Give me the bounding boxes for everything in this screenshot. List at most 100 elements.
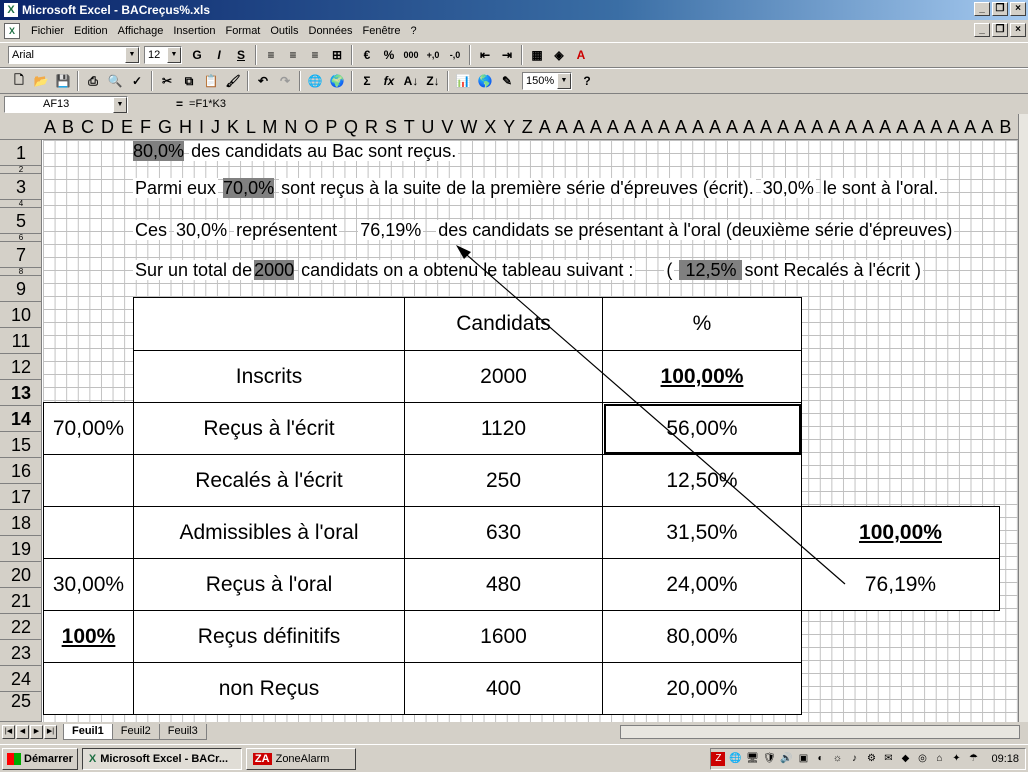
ratio-cell[interactable]: 76,19% [358,220,424,240]
start-button[interactable]: Démarrer [2,747,78,770]
rate-cell[interactable]: 80,0% [133,141,185,161]
row-header[interactable]: 22 [0,614,42,640]
menu-edition[interactable]: Edition [69,25,113,37]
menu-format[interactable]: Format [221,25,266,37]
antivirus-icon[interactable]: 🛡 [762,752,776,766]
borders-icon[interactable]: ▦ [526,44,548,66]
next-sheet-icon[interactable]: ▶ [30,725,43,739]
menu-affichage[interactable]: Affichage [113,25,169,37]
monitor-icon[interactable]: 🖥 [745,752,759,766]
tab-feuil3[interactable]: Feuil3 [158,724,207,740]
chevron-down-icon[interactable]: ▼ [113,96,127,113]
function-button[interactable]: fx [378,70,400,92]
row-header[interactable]: 7 [0,242,42,268]
row-header[interactable]: 10 [0,302,42,328]
row-header[interactable]: 16 [0,458,42,484]
row-header[interactable]: 12 [0,354,42,380]
row-candidats[interactable]: 1120 [405,403,603,455]
row-pct[interactable]: 20,00% [603,663,802,715]
row-header[interactable]: 25 [0,692,42,722]
clock[interactable]: 09:18 [991,753,1019,765]
last-sheet-icon[interactable]: ▶| [44,725,57,739]
tray-app-icon[interactable]: ▣ [796,752,810,766]
row-header[interactable]: 9 [0,276,42,302]
zonealarm-tray-icon[interactable]: Z [711,752,726,766]
row-header[interactable]: 20 [0,562,42,588]
align-right-icon[interactable]: ≡ [304,44,326,66]
first-sheet-icon[interactable]: |◀ [2,725,15,739]
recales-rate-cell[interactable]: 12,5% [679,260,743,280]
row-candidats[interactable]: 2000 [405,351,603,403]
thousands-button[interactable]: 000 [400,44,422,66]
doc-close-button[interactable]: × [1010,23,1026,37]
tray-app-icon[interactable]: ♪ [847,752,861,766]
empty-cell[interactable] [44,455,134,507]
row-pct[interactable]: 31,50% [603,507,802,559]
empty-cell[interactable] [44,663,134,715]
chart-wizard-icon[interactable]: 📊 [452,70,474,92]
close-button[interactable]: × [1010,2,1026,16]
taskbar-excel-button[interactable]: X Microsoft Excel - BACr... [81,747,242,770]
table-header[interactable]: % [603,298,802,351]
row-header[interactable]: 14 [0,406,42,432]
italic-button[interactable]: I [208,44,230,66]
taskbar-zonealarm-button[interactable]: ZA ZoneAlarm [245,747,356,770]
fill-color-icon[interactable]: ◈ [548,44,570,66]
doc-restore-button[interactable]: ❐ [992,23,1008,37]
row-candidats[interactable]: 480 [405,559,603,611]
row-candidats[interactable]: 250 [405,455,603,507]
row-label[interactable]: Reçus à l'oral [134,559,405,611]
table-header[interactable]: Candidats [405,298,603,351]
percent-button[interactable]: % [378,44,400,66]
total-cell[interactable]: 2000 [254,260,295,280]
row-header[interactable]: 4 [0,200,42,208]
network-icon[interactable]: 🌐 [728,752,742,766]
menu-insertion[interactable]: Insertion [168,25,220,37]
row-candidats[interactable]: 400 [405,663,603,715]
font-size-select[interactable]: 12 ▼ [144,46,182,64]
ecrit-rate-cell[interactable]: 70,0% [223,178,275,198]
ecrit-share-cell[interactable]: 70,00% [44,403,134,455]
oral-base-cell[interactable]: 100,00% [802,507,1000,559]
format-painter-icon[interactable]: 🖌 [222,70,244,92]
row-header[interactable]: 24 [0,666,42,692]
workbook-icon[interactable]: X [4,23,20,39]
hyperlink-icon[interactable]: 🌐 [304,70,326,92]
tray-app-icon[interactable]: ✉ [881,752,895,766]
map-icon[interactable]: 🌎 [474,70,496,92]
underline-button[interactable]: S [230,44,252,66]
oral-rate-cell[interactable]: 30,0% [760,178,816,198]
active-cell[interactable]: 56,00% [603,403,802,455]
column-headers[interactable]: A B C D E F G H I J K L M N O P Q R S T … [0,114,1018,140]
drawing-icon[interactable]: ✎ [496,70,518,92]
row-header[interactable]: 19 [0,536,42,562]
row-label[interactable]: Reçus à l'écrit [134,403,405,455]
doc-minimize-button[interactable]: _ [974,23,990,37]
row-pct[interactable]: 24,00% [603,559,802,611]
chevron-down-icon[interactable]: ▼ [167,47,181,63]
oral-share-cell[interactable]: 30,00% [44,559,134,611]
autosum-button[interactable]: Σ [356,70,378,92]
menu-fenetre[interactable]: Fenêtre [358,25,406,37]
row-header[interactable]: 2 [0,166,42,174]
tray-app-icon[interactable]: ☼ [830,752,844,766]
row-label[interactable]: Recalés à l'écrit [134,455,405,507]
tray-app-icon[interactable]: ⌂ [932,752,946,766]
new-icon[interactable]: 🗋 [8,70,30,92]
font-name-select[interactable]: Arial ▼ [8,46,140,64]
row-header[interactable]: 18 [0,510,42,536]
worksheet[interactable]: A B C D E F G H I J K L M N O P Q R S T … [0,114,1018,722]
menu-outils[interactable]: Outils [265,25,303,37]
open-icon[interactable]: 📂 [30,70,52,92]
copy-icon[interactable]: ⧉ [178,70,200,92]
minimize-button[interactable]: _ [974,2,990,16]
row-header[interactable]: 17 [0,484,42,510]
zoom-select[interactable]: 150% ▼ [522,72,572,90]
chevron-down-icon[interactable]: ▼ [557,73,571,89]
row-header[interactable]: 5 [0,208,42,234]
row-label[interactable]: Reçus définitifs [134,611,405,663]
total-share-cell[interactable]: 100% [44,611,134,663]
row-header[interactable]: 1 [0,140,42,166]
menu-help[interactable]: ? [405,25,421,37]
undo-icon[interactable]: ↶ [252,70,274,92]
